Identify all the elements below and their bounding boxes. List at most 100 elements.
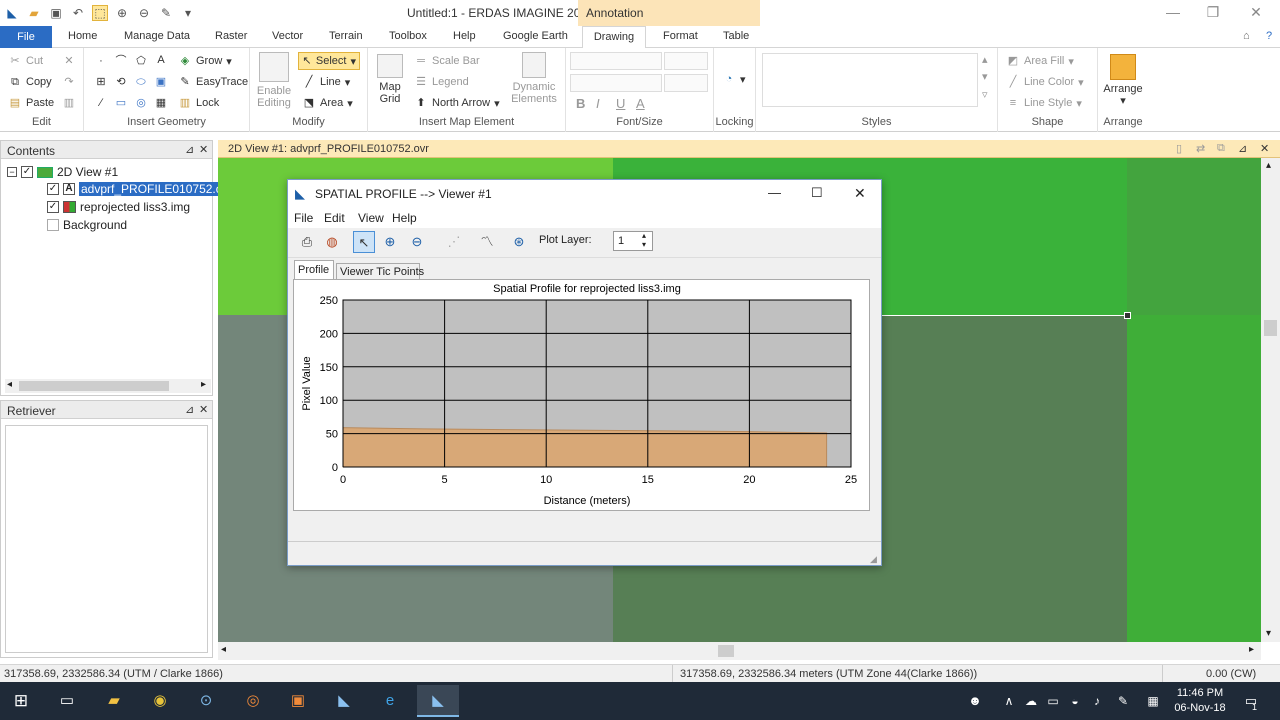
chrome-icon[interactable]: ◉ [147,689,173,713]
point-tool-icon[interactable]: ⋰ [443,231,465,253]
rectangle-tool[interactable]: ▭ [114,96,128,110]
close-button[interactable]: ✕ [1246,4,1266,22]
styles-scroll-down[interactable]: ▾ [982,70,988,83]
polygon-tool[interactable]: ⬠ [134,54,148,68]
ellipse-tool[interactable]: ⬭ [134,75,148,89]
select-arrow-icon[interactable]: ↖ [353,231,375,253]
line-color-button[interactable]: ╱ Line Color ▾ [1006,75,1084,89]
bold-button[interactable]: B [576,96,585,111]
tab-viewer-tic-points[interactable]: Viewer Tic Points [336,263,424,280]
windows-start-icon[interactable]: ⊞ [8,689,34,713]
image-tool[interactable]: ▣ [154,75,168,89]
tab-google-earth[interactable]: Google Earth [503,30,568,42]
pan-icon[interactable]: ⊖ [136,5,152,21]
map-vscrollbar[interactable]: ▴ ▾ [1261,158,1280,642]
task-view-icon[interactable]: ▭ [54,689,80,713]
minimize-button[interactable]: — [1163,4,1183,22]
viewer-link-icon[interactable]: ⇄ [1196,142,1205,155]
profile-endpoint-handle[interactable] [1124,312,1131,319]
layer-checkbox[interactable] [47,219,59,231]
profile-line[interactable] [882,315,1128,316]
vscroll-thumb[interactable] [1264,320,1277,336]
freehand-tool[interactable]: ⟲ [114,75,128,89]
search-app-icon[interactable]: ⊙ [193,689,219,713]
polyline-tool[interactable]: ∕ [94,96,108,110]
menu-edit[interactable]: Edit [324,211,345,225]
line-button[interactable]: ╱ Line ▾ [302,75,351,89]
layer-checkbox[interactable]: ✓ [47,183,59,195]
palette-icon[interactable]: ◍ [321,231,343,253]
north-arrow-button[interactable]: ⬆ North Arrow ▾ [414,96,499,110]
file-explorer-icon[interactable]: ▰ [101,689,127,713]
scroll-left-icon[interactable]: ◂ [221,644,226,655]
font-scale-combo[interactable] [664,74,708,92]
layer-item[interactable]: ✓ reprojected liss3.img [47,200,190,214]
styles-more[interactable]: ▿ [982,88,988,101]
close-panel-icon[interactable]: ✕ [199,403,208,416]
dynamic-elements-button[interactable]: Dynamic Elements [508,52,560,105]
map-grid-button[interactable]: Map Grid [374,54,406,105]
font-size-combo[interactable] [664,52,708,70]
tab-table[interactable]: Table [723,30,749,42]
tab-drawing[interactable]: Drawing [582,26,646,49]
menu-view[interactable]: View [358,211,384,225]
line-style-button[interactable]: ≡ Line Style ▾ [1006,96,1082,110]
app-b-icon[interactable]: ▣ [285,689,311,713]
layer-item[interactable]: Background [47,218,127,232]
contents-hscrollbar[interactable]: ◂ ▸ [5,379,211,393]
scale-bar-button[interactable]: ═ Scale Bar [414,54,480,68]
undo-icon[interactable]: ↶ [70,5,86,21]
font-style-combo[interactable] [570,74,662,92]
ie-icon[interactable]: e [377,689,403,713]
tab-vector[interactable]: Vector [272,30,303,42]
zoom-in-icon[interactable]: ⊕ [379,231,401,253]
scroll-down-icon[interactable]: ▾ [1266,628,1271,639]
viewer-option-icon[interactable]: ▯ [1176,142,1182,155]
copy-button[interactable]: ⧉ Copy [8,75,52,89]
circle-tool[interactable]: ◎ [134,96,148,110]
scroll-up-icon[interactable]: ▴ [1266,160,1271,171]
printer-icon[interactable]: ⎙ [296,231,318,253]
app-a-icon[interactable]: ◎ [240,689,266,713]
select-button[interactable]: ↖ Select ▾ [298,52,360,70]
paste-button[interactable]: ▤ Paste [8,96,54,110]
scroll-right-icon[interactable]: ▸ [201,379,206,390]
tab-home[interactable]: Home [68,30,97,42]
tab-profile[interactable]: Profile [294,260,334,280]
redo-button[interactable]: ↷ [62,75,76,89]
zoom-out-icon[interactable]: ⊖ [406,231,428,253]
underline-button[interactable]: U [616,96,625,111]
styles-gallery[interactable] [762,53,978,107]
italic-button[interactable]: I [596,96,600,111]
grid-tool[interactable]: ⊞ [94,75,108,89]
pen-icon[interactable]: ✎ [1110,689,1136,713]
stepper-up-icon[interactable]: ▴ [642,231,646,240]
scroll-right-icon[interactable]: ▸ [1249,644,1254,655]
viewer-close-icon[interactable]: ✕ [1260,142,1269,155]
cut-button[interactable]: ✂ Cut [8,54,43,68]
menu-help[interactable]: Help [392,211,417,225]
arc-tool[interactable]: ⌒ [114,54,128,68]
polyline-tool-icon[interactable]: 〽 [476,231,498,253]
help-icon[interactable]: ? [1266,30,1272,42]
area-fill-button[interactable]: ◩ Area Fill ▾ [1006,54,1074,68]
open-icon[interactable]: ▰ [26,5,42,21]
lock-button[interactable]: ▥ Lock [178,96,219,110]
customize-icon[interactable]: ▾ [180,5,196,21]
dialog-close-button[interactable]: ✕ [854,185,866,202]
volume-icon[interactable]: ♪ [1084,689,1110,713]
symbol-tool[interactable]: ▦ [154,96,168,110]
pin-icon[interactable]: ⊿ [185,143,194,156]
select-tool-icon[interactable]: ⬚ [92,5,108,21]
resize-grip-icon[interactable]: ◢ [870,554,877,565]
paste-special-button[interactable]: ▥ [62,96,76,110]
styles-scroll-up[interactable]: ▴ [982,53,988,66]
clock[interactable]: 11:46 PM 06-Nov-18 [1172,686,1228,716]
tab-raster[interactable]: Raster [215,30,247,42]
tab-format[interactable]: Format [663,30,698,42]
stepper-down-icon[interactable]: ▾ [642,240,646,249]
layer-item[interactable]: ✓ A advprf_PROFILE010752.ov [47,182,231,196]
hscroll-thumb[interactable] [718,645,734,657]
point-tool[interactable]: · [94,54,108,68]
area-button[interactable]: ⬔ Area ▾ [302,96,353,110]
